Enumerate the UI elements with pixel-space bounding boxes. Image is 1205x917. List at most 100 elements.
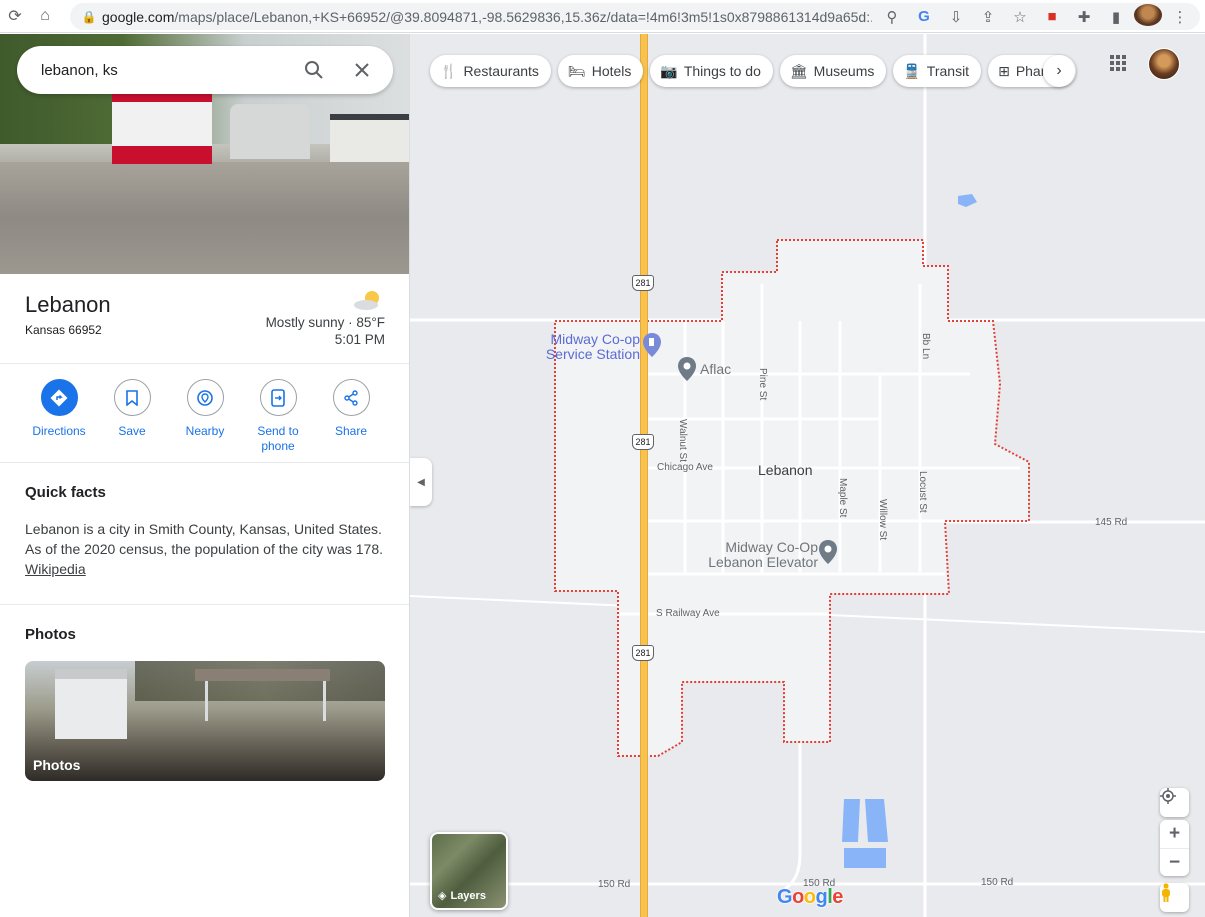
road-150-rd: 150 Rd <box>598 879 631 890</box>
chip-museums[interactable]: 🏛 Museums <box>779 55 887 87</box>
place-title: Lebanon <box>25 292 111 317</box>
chip-hotels[interactable]: 🛏 Hotels <box>557 55 644 87</box>
street-s-railway-ave: S Railway Ave <box>656 608 720 619</box>
zoom-in-button[interactable]: + <box>1160 820 1189 848</box>
menu-icon[interactable]: ⋮ <box>1166 8 1194 26</box>
profile-avatar[interactable] <box>1134 3 1162 30</box>
zoom-out-button[interactable]: − <box>1160 848 1189 876</box>
chip-label: Restaurants <box>463 63 539 79</box>
place-pin-icon[interactable] <box>818 539 838 565</box>
weather-text: Mostly sunny · 85°F <box>265 315 385 330</box>
poi-label: Midway Co-op <box>550 331 640 347</box>
photos-section: Photos Photos <box>0 606 409 836</box>
poi-label: Lebanon Elevator <box>708 554 818 570</box>
route-281-shield: 281 <box>632 275 654 291</box>
place-panel: Lebanon Kansas 66952 Mostly sunny · 85°F… <box>0 34 410 917</box>
place-header: Lebanon Kansas 66952 Mostly sunny · 85°F… <box>0 274 409 364</box>
lock-icon[interactable]: 🔒 <box>76 10 102 24</box>
action-bar: Directions Save Nearby Send to phone Sha… <box>0 365 409 463</box>
category-chips: 🍴 Restaurants 🛏 Hotels 📷 Things to do 🏛 Muse… <box>430 55 1077 87</box>
url-text[interactable]: google.com/maps/place/Lebanon,+KS+66952/… <box>102 9 872 25</box>
street-locust-st: Locust St <box>917 471 928 513</box>
street-chicago-ave: Chicago Ave <box>657 462 713 473</box>
share-page-icon[interactable]: ⇪ <box>974 8 1002 26</box>
send-to-phone-button[interactable]: Send to phone <box>243 379 313 454</box>
google-logo: Google <box>777 886 843 908</box>
nearby-label: Nearby <box>185 424 225 438</box>
place-pin-icon[interactable] <box>677 356 697 382</box>
share-icon <box>332 379 370 416</box>
search-input[interactable] <box>41 61 296 79</box>
poi-label: Service Station <box>545 346 640 362</box>
bed-icon: 🛏 <box>567 62 586 79</box>
send-to-phone-label: Send to phone <box>257 424 299 453</box>
camera-icon: 📷 <box>660 62 678 79</box>
chevron-left-icon: ◀ <box>417 476 425 488</box>
google-icon[interactable]: G <box>910 8 938 25</box>
extension-red-icon[interactable]: ■ <box>1038 8 1066 25</box>
poi-label: Midway Co-Op <box>725 539 818 555</box>
poi-midway-elevator[interactable]: Midway Co-Op Lebanon Elevator <box>700 540 818 570</box>
chip-restaurants[interactable]: 🍴 Restaurants <box>430 55 551 87</box>
zoom-controls: + − <box>1160 820 1189 876</box>
send-to-phone-icon <box>259 379 297 416</box>
museum-icon: 🏛 <box>789 62 808 79</box>
bookmark-icon <box>113 379 151 416</box>
map-canvas[interactable]: 281 281 281 Lebanon Midway Co-op Service… <box>410 34 1205 917</box>
bookmark-star-icon[interactable]: ☆ <box>1006 8 1034 26</box>
share-button[interactable]: Share <box>316 379 386 439</box>
location-icon[interactable]: ⚲ <box>878 8 906 26</box>
street-maple-st: Maple St <box>837 478 848 518</box>
nearby-icon <box>186 379 224 416</box>
install-icon[interactable]: ⇩ <box>942 8 970 26</box>
road-145-rd: 145 Rd <box>1095 517 1128 528</box>
browser-toolbar: ⟳ ⌂ 🔒 google.com/maps/place/Lebanon,+KS+… <box>0 0 1205 33</box>
quick-facts-section: Quick facts Lebanon is a city in Smith C… <box>0 464 409 605</box>
collapse-panel-button[interactable]: ◀ <box>410 458 432 506</box>
chip-things-to-do[interactable]: 📷 Things to do <box>650 55 773 87</box>
wikipedia-link[interactable]: Wikipedia <box>25 561 86 577</box>
save-label: Save <box>118 424 146 438</box>
chevron-right-icon: › <box>1056 62 1062 79</box>
chip-label: Hotels <box>591 63 632 79</box>
place-subtitle: Kansas 66952 <box>25 323 102 337</box>
chip-label: Museums <box>813 63 875 79</box>
fork-knife-icon: 🍴 <box>440 62 458 79</box>
extensions-icon[interactable]: ✚ <box>1070 8 1098 26</box>
photo-card[interactable]: Photos <box>25 661 385 781</box>
address-bar[interactable]: 🔒 google.com/maps/place/Lebanon,+KS+6695… <box>70 3 1200 30</box>
partly-sunny-icon <box>354 291 379 310</box>
route-281-shield: 281 <box>632 645 654 661</box>
chips-next-button[interactable]: › <box>1043 55 1075 87</box>
save-button[interactable]: Save <box>97 379 167 439</box>
quick-facts-body: Lebanon is a city in Smith County, Kansa… <box>25 521 384 557</box>
close-icon[interactable] <box>344 52 380 88</box>
poi-midway-station[interactable]: Midway Co-op Service Station <box>545 332 640 362</box>
quick-facts-title: Quick facts <box>25 484 106 501</box>
directions-label: Directions <box>32 424 86 438</box>
my-location-icon <box>1160 788 1176 804</box>
poi-aflac[interactable]: Aflac <box>700 361 731 377</box>
nearby-button[interactable]: Nearby <box>170 379 240 439</box>
account-avatar[interactable] <box>1148 48 1180 80</box>
share-label: Share <box>334 424 368 438</box>
town-label[interactable]: Lebanon <box>758 462 813 478</box>
layers-label: Layers <box>450 889 486 902</box>
search-box[interactable] <box>17 46 393 94</box>
chip-transit[interactable]: 🚆 Transit <box>893 55 982 87</box>
directions-button[interactable]: Directions <box>24 379 94 439</box>
chip-label: Things to do <box>683 63 761 79</box>
reload-icon[interactable]: ⟳ <box>0 0 30 33</box>
layers-button[interactable]: ◈ Layers <box>430 832 508 910</box>
photo-card-label: Photos <box>33 757 81 773</box>
street-view-pegman-icon[interactable] <box>1160 883 1189 912</box>
my-location-button[interactable] <box>1160 788 1189 817</box>
google-apps-icon[interactable] <box>1109 54 1133 78</box>
street-willow-st: Willow St <box>877 499 888 541</box>
quick-facts-text: Lebanon is a city in Smith County, Kansa… <box>25 519 385 579</box>
layers-icon: ◈ <box>438 890 447 902</box>
search-icon[interactable] <box>296 52 332 88</box>
gas-station-pin-icon[interactable] <box>642 332 662 358</box>
side-panel-icon[interactable]: ▮ <box>1102 8 1130 26</box>
home-icon[interactable]: ⌂ <box>30 0 60 33</box>
